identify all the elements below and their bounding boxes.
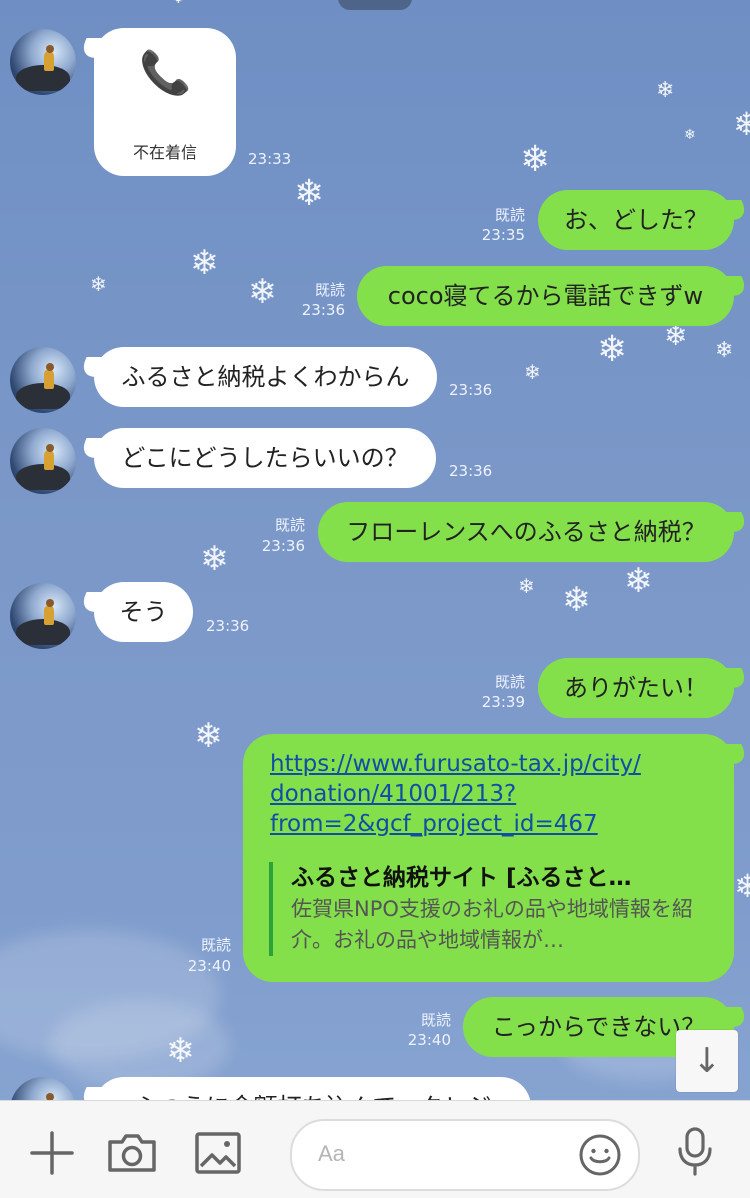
snowflake-decoration: ❄ xyxy=(520,139,551,180)
snowflake-decoration: ❄ xyxy=(734,867,750,905)
incoming-message[interactable]: ふるさと納税よくわからん xyxy=(94,347,437,407)
snowflake-decoration: ❄ xyxy=(200,539,229,579)
avatar[interactable] xyxy=(10,428,76,494)
camera-icon[interactable] xyxy=(106,1130,158,1174)
read-receipt: 既読 xyxy=(494,673,525,691)
message-input-container[interactable] xyxy=(290,1119,640,1191)
missed-call-bubble[interactable]: 📞 不在着信 xyxy=(94,28,236,176)
snowflake-decoration: ❄ xyxy=(524,360,541,384)
message-time: 23:40 xyxy=(407,1031,451,1049)
message-time: 23:36 xyxy=(449,462,493,480)
snowflake-decoration: ❄ xyxy=(170,0,187,6)
avatar[interactable] xyxy=(10,29,76,95)
link-preview-title: ふるさと納税サイト [ふるさと… xyxy=(291,865,632,891)
missed-call-label: 不在着信 xyxy=(132,143,197,162)
message-time: 23:36 xyxy=(449,381,493,399)
incoming-message[interactable]: そう xyxy=(94,582,193,642)
emoji-icon[interactable] xyxy=(578,1133,622,1177)
read-receipt: 既読 xyxy=(314,281,345,299)
message-time: 23:36 xyxy=(206,617,250,635)
avatar[interactable] xyxy=(10,347,76,413)
link-preview-description: 佐賀県NPO支援のお礼の品や地域情報を紹介。お礼の品や地域情報が… xyxy=(291,897,693,952)
read-receipt: 既読 xyxy=(200,936,231,954)
message-time: 23:36 xyxy=(301,301,345,319)
incoming-message[interactable]: どこにどうしたらいいの？ xyxy=(94,428,436,488)
snowflake-decoration: ❄ xyxy=(166,1031,195,1071)
snowflake-decoration: ❄ xyxy=(715,338,734,363)
link-url-line[interactable]: from=2&gcf_project_id=467 xyxy=(270,809,641,839)
snowflake-decoration: ❄ xyxy=(294,173,325,214)
scroll-to-bottom-button[interactable]: ↓ xyxy=(676,1030,738,1092)
outgoing-message[interactable]: フローレンスへのふるさと納税？ xyxy=(318,502,734,562)
snowflake-decoration: ❄ xyxy=(194,716,223,756)
snowflake-decoration: ❄ xyxy=(684,127,696,143)
plus-icon[interactable] xyxy=(28,1129,76,1177)
snowflake-decoration: ❄ xyxy=(656,78,675,103)
snowflake-decoration: ❄ xyxy=(90,272,107,296)
message-time: 23:36 xyxy=(261,537,305,555)
snowflake-decoration: ❄ xyxy=(624,561,653,601)
message-time: 23:35 xyxy=(481,226,525,244)
chat-area[interactable]: ❄ ❄ ❄ ❄ ❄ ❄ ❄ ❄ ❄ ❄ ❄ ❄ ❄ ❄ ❄ ❄ ❄ ❄ ❄ ❄ … xyxy=(0,0,750,1100)
top-handle xyxy=(338,0,412,10)
arrow-down-icon: ↓ xyxy=(692,1041,722,1081)
message-input-bar xyxy=(0,1100,750,1198)
snowflake-decoration: ❄ xyxy=(190,243,219,283)
outgoing-message[interactable]: coco寝てるから電話できずw xyxy=(357,266,734,326)
snowflake-decoration: ❄ xyxy=(248,272,277,312)
avatar[interactable] xyxy=(10,583,76,649)
avatar[interactable] xyxy=(10,1077,76,1100)
link-preview[interactable]: ふるさと納税サイト [ふるさと… 佐賀県NPO支援のお礼の品や地域情報を紹介。お… xyxy=(269,862,695,956)
message-time: 23:40 xyxy=(187,957,231,975)
message-time: 23:39 xyxy=(481,693,525,711)
snowflake-decoration: ❄ xyxy=(562,580,591,620)
snowflake-decoration: ❄ xyxy=(597,329,628,370)
outgoing-message[interactable]: ありがたい！ xyxy=(538,658,734,718)
snowflake-decoration: ❄ xyxy=(664,319,688,352)
link-message[interactable]: https://www.furusato-tax.jp/city/ donati… xyxy=(243,734,734,982)
link-url-line[interactable]: donation/41001/213? xyxy=(270,779,641,809)
snowflake-decoration: ❄ xyxy=(518,574,535,598)
outgoing-message[interactable]: お、どした？ xyxy=(538,190,734,250)
read-receipt: 既読 xyxy=(420,1011,451,1029)
snowflake-decoration: ❄ xyxy=(733,105,750,143)
message-time: 23:33 xyxy=(248,150,292,168)
microphone-icon[interactable] xyxy=(674,1125,716,1177)
image-icon[interactable] xyxy=(194,1130,242,1176)
message-input[interactable] xyxy=(316,1140,550,1168)
link-url-line[interactable]: https://www.furusato-tax.jp/city/ xyxy=(270,749,641,779)
phone-icon: 📞 xyxy=(139,48,192,97)
read-receipt: 既読 xyxy=(494,206,525,224)
read-receipt: 既読 xyxy=(274,516,305,534)
incoming-message[interactable]: ふつうに金額打ち込んで、クレジ xyxy=(94,1077,531,1100)
